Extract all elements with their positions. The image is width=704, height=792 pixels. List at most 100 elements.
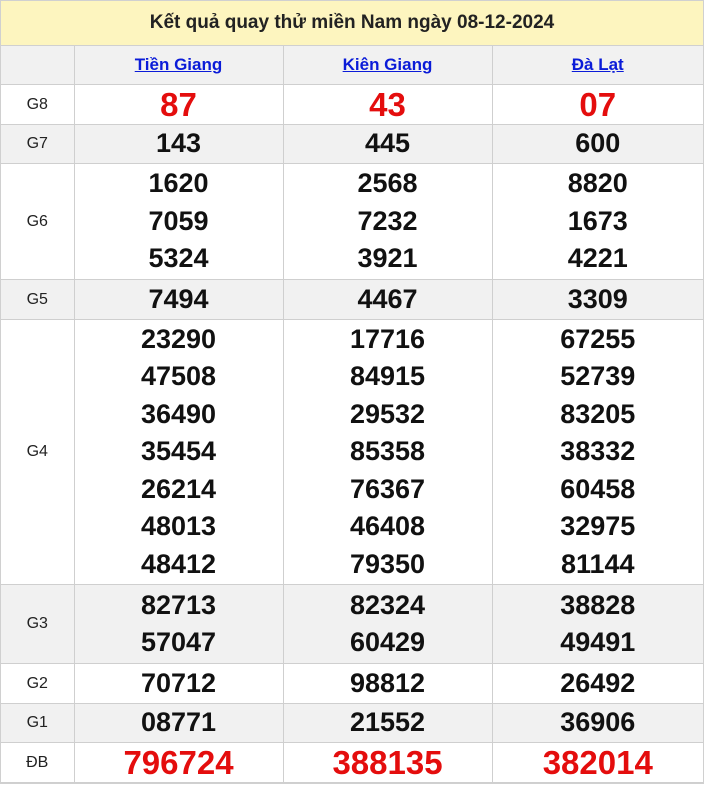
prize-label: G1 — [1, 703, 75, 743]
prize-number: 83205 — [560, 398, 636, 429]
g8-cell-1: 87 — [73, 84, 284, 125]
prize-number: 7494 — [148, 283, 209, 314]
prize-label: G3 — [1, 584, 75, 664]
prize-number: 600 — [575, 128, 621, 159]
results-table: Tiền Giang Kiên Giang Đà Lạt G8 87 43 07… — [1, 46, 703, 783]
prize-number: 7232 — [357, 205, 418, 236]
prize-number: 8820 — [567, 168, 628, 199]
prize-number: 60429 — [349, 627, 426, 657]
g8-cell-2: 43 — [282, 84, 493, 125]
prize-label: G8 — [1, 84, 75, 125]
g7-cell-3: 600 — [491, 124, 703, 164]
prize-number: 07 — [579, 85, 617, 123]
g5-cell-3: 3309 — [491, 279, 703, 320]
g7-cell-2: 445 — [282, 124, 493, 164]
prize-number: 38828 — [560, 589, 636, 620]
db-cell-2: 388135 — [282, 742, 493, 783]
prize-number: 85358 — [349, 436, 426, 467]
g1-cell-3: 36906 — [491, 703, 703, 743]
prize-number: 87 — [160, 85, 197, 123]
prize-number: 4221 — [567, 243, 628, 274]
prize-number: 1620 — [148, 168, 209, 199]
prize-number: 81144 — [560, 548, 635, 579]
prize-row-g1: G1 08771 21552 36906 — [1, 703, 703, 743]
g7-cell-1: 143 — [73, 124, 284, 164]
prize-row-g8: G8 87 43 07 — [1, 84, 703, 125]
prize-number: 382014 — [542, 743, 653, 781]
prize-number: 67255 — [560, 323, 636, 354]
prize-label: G2 — [1, 663, 75, 704]
province-link-tien-giang[interactable]: Tiền Giang — [135, 55, 223, 74]
prize-row-db: ĐB 796724 388135 382014 — [1, 742, 703, 783]
g6-cell-2: 2568 7232 3921 — [282, 163, 493, 280]
prize-number: 47508 — [140, 361, 217, 392]
db-cell-1: 796724 — [73, 742, 284, 783]
prize-number: 2568 — [357, 168, 418, 199]
prize-number: 82713 — [140, 589, 217, 620]
province-link-kien-giang[interactable]: Kiên Giang — [343, 55, 433, 74]
prize-number: 1673 — [567, 205, 628, 236]
g8-cell-3: 07 — [491, 84, 703, 125]
prize-number: 48412 — [140, 548, 217, 579]
prize-number: 7059 — [148, 205, 209, 236]
g3-cell-2: 82324 60429 — [282, 584, 493, 664]
g6-cell-3: 8820 1673 4221 — [491, 163, 703, 280]
prize-number: 70712 — [140, 667, 217, 698]
prize-number: 76367 — [349, 473, 426, 504]
g3-cell-3: 38828 49491 — [491, 584, 703, 664]
g3-cell-1: 82713 57047 — [73, 584, 284, 664]
prize-number: 32975 — [560, 511, 636, 542]
prize-number: 17716 — [349, 323, 426, 354]
prize-number: 35454 — [140, 436, 217, 467]
prize-number: 36906 — [560, 707, 636, 738]
header-blank — [1, 46, 75, 85]
prize-row-g6: G6 1620 7059 5324 2568 7232 3921 8820 16… — [1, 163, 703, 280]
prize-number: 52739 — [560, 361, 636, 392]
prize-number: 5324 — [148, 243, 209, 274]
prize-row-g3: G3 82713 57047 82324 60429 38828 49491 — [1, 584, 703, 664]
prize-number: 26214 — [140, 473, 217, 504]
header-row: Tiền Giang Kiên Giang Đà Lạt — [1, 46, 703, 85]
prize-number: 60458 — [560, 473, 636, 504]
db-cell-3: 382014 — [491, 742, 703, 783]
prize-number: 57047 — [140, 627, 217, 657]
prize-label: G5 — [1, 279, 75, 320]
prize-number: 98812 — [349, 667, 426, 698]
g2-cell-2: 98812 — [282, 663, 493, 704]
g5-cell-2: 4467 — [282, 279, 493, 320]
g2-cell-3: 26492 — [491, 663, 703, 704]
g2-cell-1: 70712 — [73, 663, 284, 704]
prize-number: 3309 — [567, 283, 628, 314]
prize-number: 21552 — [349, 707, 426, 738]
prize-row-g2: G2 70712 98812 26492 — [1, 663, 703, 704]
g4-cell-1: 23290 47508 36490 35454 26214 48013 4841… — [73, 319, 284, 585]
prize-label: G4 — [1, 319, 75, 585]
g4-cell-2: 17716 84915 29532 85358 76367 46408 7935… — [282, 319, 493, 585]
prize-number: 38332 — [560, 436, 636, 467]
prize-number: 84915 — [349, 361, 426, 392]
prize-row-g7: G7 143 445 600 — [1, 124, 703, 164]
province-link-da-lat[interactable]: Đà Lạt — [572, 55, 624, 74]
prize-number: 26492 — [560, 667, 636, 698]
prize-number: 36490 — [140, 398, 217, 429]
prize-number: 445 — [364, 128, 411, 159]
prize-number: 388135 — [332, 743, 443, 781]
prize-number: 143 — [155, 128, 202, 159]
g6-cell-1: 1620 7059 5324 — [73, 163, 284, 280]
prize-number: 08771 — [140, 707, 217, 738]
prize-number: 3921 — [357, 243, 418, 274]
prize-number: 43 — [369, 85, 406, 123]
prize-number: 82324 — [349, 589, 426, 620]
prize-number: 796724 — [123, 743, 234, 781]
prize-number: 79350 — [349, 548, 426, 579]
g1-cell-1: 08771 — [73, 703, 284, 743]
prize-number: 29532 — [349, 398, 426, 429]
prize-number: 23290 — [140, 323, 217, 354]
page-title: Kết quả quay thử miền Nam ngày 08-12-202… — [1, 1, 703, 46]
prize-number: 48013 — [140, 511, 217, 542]
prize-number: 4467 — [357, 283, 418, 314]
prize-number: 49491 — [560, 627, 636, 657]
prize-number: 46408 — [349, 511, 426, 542]
g5-cell-1: 7494 — [73, 279, 284, 320]
g4-cell-3: 67255 52739 83205 38332 60458 32975 8114… — [491, 319, 703, 585]
